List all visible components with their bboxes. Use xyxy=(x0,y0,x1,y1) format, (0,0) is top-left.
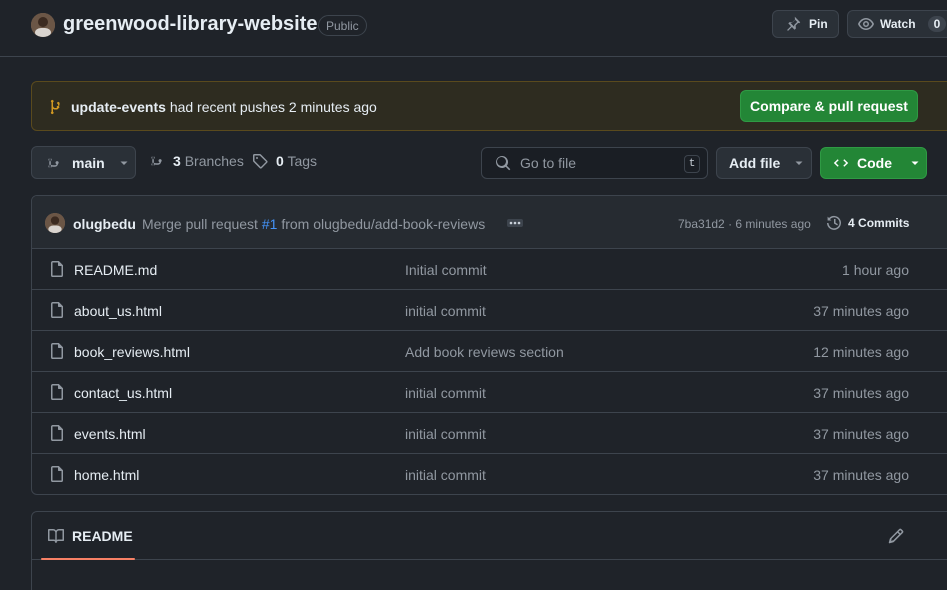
banner-branch[interactable]: update-events xyxy=(71,99,166,115)
git-branch-icon xyxy=(48,99,64,115)
add-file-label: Add file xyxy=(729,155,781,171)
banner-message: had recent pushes 2 minutes ago xyxy=(169,99,377,115)
file-row[interactable]: README.md Initial commit 1 hour ago xyxy=(32,249,947,290)
file-name-link[interactable]: home.html xyxy=(74,467,139,483)
commits-label: Commits xyxy=(858,216,910,230)
file-row[interactable]: events.html initial commit 37 minutes ag… xyxy=(32,413,947,454)
git-branch-icon xyxy=(46,155,62,171)
branches-link[interactable]: 3 Branches xyxy=(149,153,244,169)
file-commit-time: 12 minutes ago xyxy=(813,344,909,360)
pencil-icon[interactable] xyxy=(888,528,904,544)
code-icon xyxy=(833,155,849,171)
banner-text: update-events had recent pushes 2 minute… xyxy=(71,99,377,115)
eye-icon xyxy=(858,16,874,32)
file-name-link[interactable]: README.md xyxy=(74,262,157,278)
readme-panel: README xyxy=(31,511,947,590)
tags-count: 0 xyxy=(276,153,284,169)
file-name-link[interactable]: about_us.html xyxy=(74,303,162,319)
commit-message[interactable]: Merge pull request #1 from olugbedu/add-… xyxy=(142,216,485,232)
commit-time: 6 minutes ago xyxy=(735,217,811,231)
tag-icon xyxy=(252,153,268,169)
watch-label: Watch xyxy=(880,17,916,31)
commit-meta: 7ba31d2 · 6 minutes ago xyxy=(678,217,811,231)
readme-tab[interactable]: README xyxy=(48,528,133,544)
commit-message-prefix: Merge pull request xyxy=(142,216,258,232)
file-commit-message[interactable]: Add book reviews section xyxy=(405,344,564,360)
repo-name-link[interactable]: greenwood-library-website xyxy=(63,13,318,36)
commits-count: 4 xyxy=(848,216,855,230)
file-icon xyxy=(49,384,65,400)
commit-meta-separator: · xyxy=(728,217,733,231)
readme-tab-label: README xyxy=(72,528,133,544)
file-name-link[interactable]: contact_us.html xyxy=(74,385,172,401)
file-icon xyxy=(49,261,65,277)
code-label: Code xyxy=(857,155,892,171)
file-icon xyxy=(49,302,65,318)
git-branch-icon xyxy=(149,153,165,169)
file-name-link[interactable]: book_reviews.html xyxy=(74,344,190,360)
pin-icon xyxy=(785,16,801,32)
file-commit-message[interactable]: initial commit xyxy=(405,385,486,401)
code-button[interactable]: Code xyxy=(820,147,927,179)
branches-label: Branches xyxy=(184,153,244,169)
chevron-down-icon xyxy=(794,158,804,168)
file-rows: README.md Initial commit 1 hour ago abou… xyxy=(32,249,947,494)
file-commit-message[interactable]: initial commit xyxy=(405,426,486,442)
tags-label: Tags xyxy=(287,153,318,169)
file-commit-message[interactable]: initial commit xyxy=(405,467,486,483)
readme-header: README xyxy=(32,512,947,560)
compare-pull-request-button[interactable]: Compare & pull request xyxy=(740,90,918,122)
file-commit-time: 37 minutes ago xyxy=(813,426,909,442)
shortcut-key: t xyxy=(684,155,700,173)
latest-commit-row: olugbedu Merge pull request #1 from olug… xyxy=(32,196,947,249)
pin-button[interactable]: Pin xyxy=(772,10,839,38)
file-name-link[interactable]: events.html xyxy=(74,426,146,442)
branch-name: main xyxy=(72,154,105,171)
commit-author[interactable]: olugbedu xyxy=(73,216,136,232)
watch-button[interactable]: Watch 0 xyxy=(847,10,947,38)
file-commit-time: 37 minutes ago xyxy=(813,303,909,319)
commit-hash[interactable]: 7ba31d2 xyxy=(678,217,725,231)
commit-author-avatar[interactable] xyxy=(45,213,65,233)
branches-count: 3 xyxy=(173,153,181,169)
chevron-down-icon xyxy=(119,158,129,168)
history-icon xyxy=(826,215,842,231)
visibility-badge: Public xyxy=(318,15,367,36)
chevron-down-icon xyxy=(910,158,920,168)
commits-history-link[interactable]: 4 Commits xyxy=(826,215,909,231)
watch-count: 0 xyxy=(927,16,947,32)
add-file-button[interactable]: Add file xyxy=(716,147,812,179)
commit-message-suffix: from olugbedu/add-book-reviews xyxy=(281,216,486,232)
go-to-file-input[interactable]: Go to file t xyxy=(481,147,708,179)
book-icon xyxy=(48,528,64,544)
owner-avatar[interactable] xyxy=(31,13,55,37)
file-row[interactable]: book_reviews.html Add book reviews secti… xyxy=(32,331,947,372)
tags-link[interactable]: 0 Tags xyxy=(252,153,317,169)
go-to-file-placeholder: Go to file xyxy=(520,155,577,171)
branch-selector[interactable]: main xyxy=(31,146,136,179)
file-commit-message[interactable]: initial commit xyxy=(405,303,486,319)
file-row[interactable]: contact_us.html initial commit 37 minute… xyxy=(32,372,947,413)
file-row[interactable]: home.html initial commit 37 minutes ago xyxy=(32,454,947,494)
pin-label: Pin xyxy=(809,17,828,31)
file-commit-message[interactable]: Initial commit xyxy=(405,262,487,278)
file-commit-time: 37 minutes ago xyxy=(813,467,909,483)
ellipsis-icon[interactable] xyxy=(507,217,523,229)
file-row[interactable]: about_us.html initial commit 37 minutes … xyxy=(32,290,947,331)
file-commit-time: 37 minutes ago xyxy=(813,385,909,401)
file-listing: olugbedu Merge pull request #1 from olug… xyxy=(31,195,947,495)
file-icon xyxy=(49,425,65,441)
search-icon xyxy=(495,155,511,171)
file-commit-time: 1 hour ago xyxy=(842,262,909,278)
file-icon xyxy=(49,343,65,359)
readme-tab-underline xyxy=(41,558,135,560)
pr-link[interactable]: #1 xyxy=(262,216,278,232)
file-icon xyxy=(49,466,65,482)
